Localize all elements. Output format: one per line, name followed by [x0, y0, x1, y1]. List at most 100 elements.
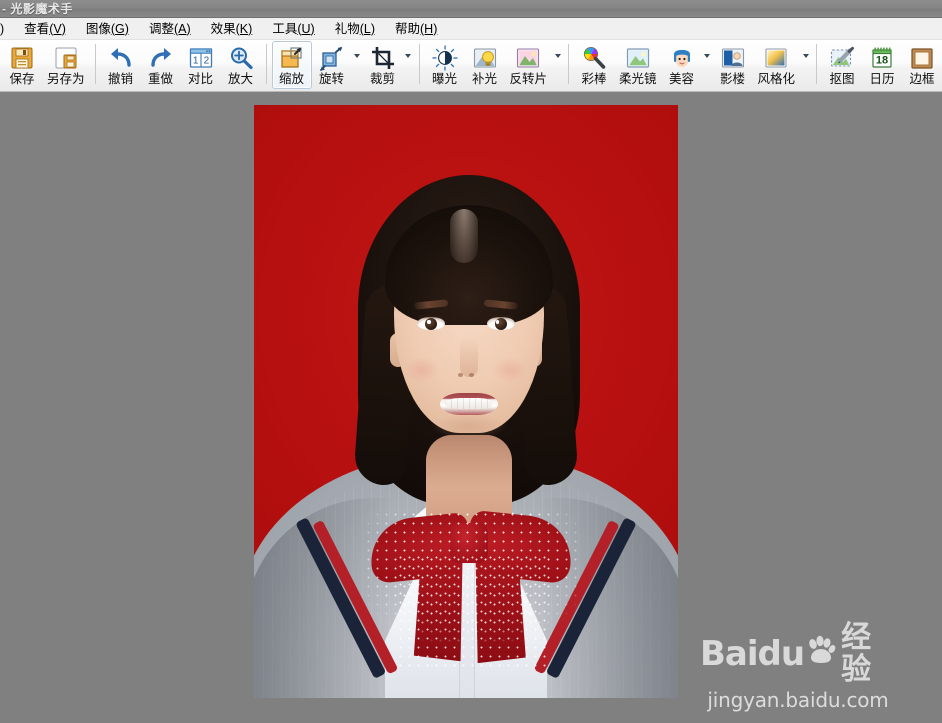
paw-print-icon: [806, 635, 836, 665]
menu-item-accelerator: (A): [173, 21, 191, 36]
toolbar-button-color-wand[interactable]: 彩棒: [574, 41, 614, 89]
menu-item-image[interactable]: 图像(G): [76, 19, 139, 39]
watermark-brand-cn: 经验: [841, 621, 872, 686]
toolbar-button-label: 风格化: [757, 72, 796, 86]
menu-bar: ) 查看(V) 图像(G) 调整(A) 效果(K) 工具(U) 礼物(L) 帮助(H): [0, 18, 942, 40]
toolbar-button-label: 重做: [148, 72, 174, 86]
menu-item-adjust[interactable]: 调整(A): [139, 19, 201, 39]
rotate-icon: [319, 45, 345, 71]
menu-item-accelerator: (U): [297, 21, 315, 36]
toolbar-button-undo[interactable]: 撤销: [101, 41, 141, 89]
main-toolbar: 保存 另存为 撤销 重做 1 2 对比 放大 缩放 旋转 裁剪曝光 补光 反转片彩棒 柔光镜 美容 影楼 风格化…: [0, 40, 942, 92]
toolbar-button-label: 缩放: [279, 72, 305, 86]
toolbar-button-soft-focus[interactable]: 柔光镜: [614, 41, 662, 89]
menu-item-accelerator: (K): [235, 21, 253, 36]
undo-arrow-icon: [108, 45, 134, 71]
color-wheel-wand-icon: [581, 45, 607, 71]
toolbar-dropdown-rotate[interactable]: [352, 40, 363, 88]
menu-item-gifts[interactable]: 礼物(L): [325, 19, 385, 39]
svg-text:18: 18: [876, 54, 888, 66]
toolbar-dropdown-crop[interactable]: [403, 40, 414, 88]
toolbar-button-photo-studio[interactable]: 影楼: [713, 41, 753, 89]
chevron-down-icon: [802, 54, 809, 58]
toolbar-button-label: 边框: [909, 72, 935, 86]
nose: [460, 337, 478, 377]
toolbar-button-save-as[interactable]: 另存为: [42, 41, 90, 89]
toolbar-button-exposure[interactable]: 曝光: [425, 41, 465, 89]
toolbar-button-label: 另存为: [47, 72, 85, 86]
toolbar-button-compare[interactable]: 1 2 对比: [181, 41, 221, 89]
nostril-right: [469, 373, 474, 377]
menu-item-effects[interactable]: 效果(K): [201, 19, 263, 39]
neck-shadow: [426, 435, 512, 487]
gradient-style-icon: [763, 45, 789, 71]
chevron-down-icon: [354, 54, 361, 58]
toolbar-button-reversal-film[interactable]: 反转片: [505, 41, 553, 89]
toolbar-button-label: 曝光: [432, 72, 458, 86]
redo-arrow-icon: [148, 45, 174, 71]
toolbar-button-cutout[interactable]: 抠图: [822, 41, 862, 89]
hair-parting: [450, 209, 478, 263]
toolbar-separator: [568, 44, 570, 84]
floppy-disk-icon: [9, 45, 35, 71]
toolbar-button-label: 旋转: [319, 72, 345, 86]
lightbulb-icon: [472, 45, 498, 71]
toolbar-button-scale[interactable]: 缩放: [271, 41, 312, 89]
cheek-left: [404, 357, 440, 383]
image-canvas[interactable]: Baidu 经验 jingyan.baidu.com: [0, 92, 942, 723]
toolbar-button-crop[interactable]: 裁剪: [363, 41, 403, 89]
menu-item-view[interactable]: 查看(V): [14, 19, 76, 39]
toolbar-button-label: 影楼: [720, 72, 746, 86]
menu-item-label: 查看: [24, 21, 50, 36]
toolbar-button-label: 放大: [228, 72, 254, 86]
eye-glint-right: [495, 320, 499, 324]
toolbar-button-label: 日历: [869, 72, 895, 86]
teeth: [445, 398, 493, 409]
toolbar-button-save[interactable]: 保存: [2, 41, 42, 89]
toolbar-button-zoom-in[interactable]: 放大: [221, 41, 261, 89]
id-photo-preview[interactable]: [254, 105, 678, 698]
eyelash-right: [486, 315, 515, 319]
baidu-jingyan-watermark: Baidu 经验 jingyan.baidu.com: [700, 621, 896, 713]
toolbar-button-redo[interactable]: 重做: [141, 41, 181, 89]
toolbar-dropdown-beauty[interactable]: [702, 40, 713, 88]
menu-item-file[interactable]: ): [0, 19, 14, 39]
crop-icon: [370, 45, 396, 71]
menu-item-accelerator: (L): [359, 21, 375, 36]
toolbar-dropdown-stylize[interactable]: [800, 40, 811, 88]
menu-item-help[interactable]: 帮助(H): [385, 19, 447, 39]
toolbar-button-stylize[interactable]: 风格化: [753, 41, 801, 89]
toolbar-button-label: 抠图: [829, 72, 855, 86]
chin-shadow: [432, 413, 506, 439]
toolbar-button-beauty[interactable]: 美容: [662, 41, 702, 89]
toolbar-button-fill-light[interactable]: 补光: [465, 41, 505, 89]
eyelash-left: [417, 315, 446, 319]
toolbar-button-label: 柔光镜: [619, 72, 657, 86]
bowtie-tail-dots: [396, 553, 546, 671]
face-beauty-icon: [669, 45, 695, 71]
toolbar-button-label: 彩棒: [581, 72, 607, 86]
chevron-down-icon: [704, 54, 711, 58]
menu-item-label: 图像: [85, 21, 111, 36]
svg-text:2: 2: [203, 56, 209, 67]
toolbar-dropdown-reversal-film[interactable]: [552, 40, 563, 88]
watermark-brand-latin: Baidu: [700, 634, 805, 674]
menu-item-tools[interactable]: 工具(U): [262, 19, 324, 39]
menu-item-label: 礼物: [334, 21, 360, 36]
menu-item-accelerator: (H): [420, 21, 438, 36]
toolbar-button-frame[interactable]: 边框: [902, 41, 942, 89]
toolbar-button-calendar[interactable]: 18 日历: [862, 41, 902, 89]
toolbar-separator: [94, 44, 96, 84]
calendar-icon: 18: [869, 45, 895, 71]
menu-item-label: 帮助: [394, 21, 420, 36]
toolbar-button-label: 美容: [669, 72, 695, 86]
chevron-down-icon: [554, 54, 561, 58]
magnifier-plus-icon: [228, 45, 254, 71]
exposure-icon: [432, 45, 458, 71]
toolbar-button-rotate[interactable]: 旋转: [312, 41, 352, 89]
application-window: - 光影魔术手 ) 查看(V) 图像(G) 调整(A) 效果(K) 工具(U) 礼物(L) 帮…: [0, 0, 942, 723]
eye-glint-left: [427, 320, 431, 324]
menu-item-label: 调整: [148, 21, 174, 36]
toolbar-button-label: 保存: [9, 72, 35, 86]
menu-item-label: 效果: [210, 21, 236, 36]
